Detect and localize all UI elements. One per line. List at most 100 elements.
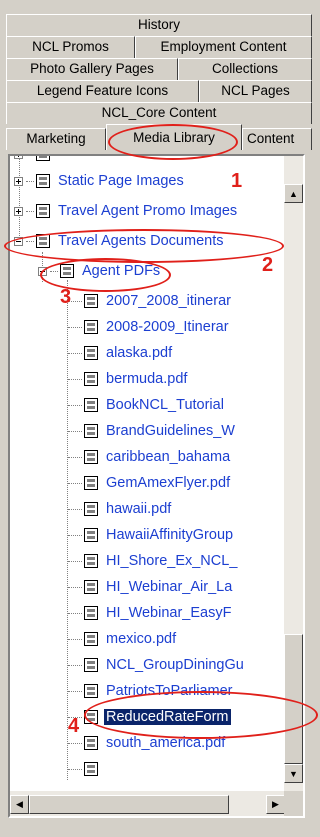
tree-item-label: Static Page Images — [58, 173, 184, 189]
tab-marketing[interactable]: Marketing — [6, 128, 106, 150]
tree-item-label: BookNCL_Tutorial — [106, 397, 224, 413]
tree-item-file[interactable]: mexico.pdf — [68, 627, 178, 651]
tree-item-label: alaska.pdf — [106, 345, 173, 361]
tree-item-file[interactable]: HI_Webinar_EasyF — [68, 601, 233, 625]
document-icon — [84, 294, 98, 308]
arrow-up-icon[interactable]: ▲ — [284, 184, 303, 203]
tab-media-library[interactable]: Media Library — [106, 124, 242, 150]
tree-item-file[interactable]: hawaii.pdf — [68, 497, 173, 521]
document-icon — [84, 632, 98, 646]
tree-item-label: Travel Agents Documents — [58, 233, 224, 249]
tree-item-file[interactable]: south_america.pdf — [68, 731, 227, 755]
tree-item-file[interactable]: HawaiiAffinityGroup — [68, 523, 235, 547]
document-folder-icon — [36, 234, 50, 248]
tab-row-1: History — [6, 14, 312, 36]
tree-item-label: 2007_2008_itinerar — [106, 293, 231, 309]
document-icon — [84, 372, 98, 386]
document-icon — [84, 580, 98, 594]
tree-item-file[interactable]: alaska.pdf — [68, 341, 174, 365]
tree-item-travel-agent-promo-images[interactable]: Travel Agent Promo Images — [14, 199, 239, 223]
document-folder-icon — [36, 156, 50, 161]
tree-item-travel-agents-documents[interactable]: Travel Agents Documents — [14, 229, 225, 253]
tab-history[interactable]: History — [6, 14, 312, 36]
document-icon — [84, 710, 98, 724]
document-icon — [84, 762, 98, 776]
arrow-right-icon[interactable]: ▶ — [266, 795, 285, 814]
expand-icon[interactable] — [14, 176, 23, 186]
document-icon — [84, 684, 98, 698]
scrollbar-corner — [284, 791, 303, 816]
tree-item-label: ReducedRateForm — [104, 709, 231, 725]
tree-item-label: Travel Agent Promo Images — [58, 203, 238, 219]
document-icon — [84, 346, 98, 360]
document-icon — [84, 476, 98, 490]
document-folder-icon — [60, 264, 74, 278]
tree-item-file[interactable] — [68, 757, 104, 781]
tree-item-file[interactable]: caribbean_bahama — [68, 445, 232, 469]
document-icon — [84, 736, 98, 750]
tree-item-file-selected[interactable]: ReducedRateForm — [68, 705, 231, 729]
document-folder-icon — [36, 204, 50, 218]
tree-item-label: bermuda.pdf — [106, 371, 188, 387]
tree-item-file[interactable]: 2008-2009_Itinerar — [68, 315, 231, 339]
arrow-down-icon[interactable]: ▼ — [284, 764, 303, 783]
arrow-left-icon[interactable]: ◀ — [10, 795, 29, 814]
annotation-number-1: 1 — [231, 170, 243, 192]
tree-item-static-page-images[interactable]: Static Page Images — [14, 169, 186, 193]
expand-icon[interactable] — [14, 156, 23, 159]
tab-employment-content[interactable]: Employment Content — [135, 36, 312, 58]
tree-item-file[interactable]: GemAmexFlyer.pdf — [68, 471, 232, 495]
collapse-icon[interactable] — [38, 266, 47, 276]
document-icon — [84, 554, 98, 568]
vertical-scrollbar[interactable]: ▲ ▼ — [284, 156, 303, 791]
tree-item-file[interactable]: bermuda.pdf — [68, 367, 189, 391]
tree-item-label: PatriotsToParliamer — [106, 683, 233, 699]
tab-photo-gallery-pages[interactable]: Photo Gallery Pages — [6, 58, 178, 80]
tree-item-file[interactable]: BookNCL_Tutorial — [68, 393, 226, 417]
tree-item-label: HI_Webinar_Air_La — [106, 579, 233, 595]
tab-legend-feature-icons[interactable]: Legend Feature Icons — [6, 80, 199, 102]
tab-collections[interactable]: Collections — [178, 58, 312, 80]
document-icon — [84, 606, 98, 620]
tree-item-label: NCL_GroupDiningGu — [106, 657, 244, 673]
tab-row-4: Legend Feature Icons NCL Pages — [6, 80, 312, 102]
annotation-number-4: 4 — [68, 715, 80, 737]
tab-ncl-core-content[interactable]: NCL_Core Content — [6, 102, 312, 124]
expand-icon[interactable] — [14, 206, 23, 216]
tree-item-agent-pdfs[interactable]: Agent PDFs — [38, 259, 162, 283]
tree-item-file[interactable]: HI_Shore_Ex_NCL_ — [68, 549, 239, 573]
scrollbar-thumb[interactable] — [284, 634, 303, 764]
tab-ncl-promos[interactable]: NCL Promos — [6, 36, 135, 58]
tab-content[interactable]: Content — [242, 128, 312, 150]
tree-item-file[interactable]: BrandGuidelines_W — [68, 419, 237, 443]
tab-row-3: Photo Gallery Pages Collections — [6, 58, 312, 80]
tree-item-label: BrandGuidelines_W — [106, 423, 235, 439]
document-icon — [84, 398, 98, 412]
document-icon — [84, 450, 98, 464]
tree-item-file[interactable]: PatriotsToParliamer — [68, 679, 235, 703]
tree-item-partial[interactable] — [14, 156, 56, 166]
horizontal-scrollbar[interactable]: ◀ ▶ — [10, 791, 285, 816]
tab-ncl-pages[interactable]: NCL Pages — [199, 80, 312, 102]
tree-item-label: caribbean_bahama — [106, 449, 231, 465]
tree-content: Static Page Images Travel Agent Promo Im… — [10, 156, 285, 791]
tree-item-file[interactable]: 2007_2008_itinerar — [68, 289, 233, 313]
tree-item-label: Agent PDFs — [82, 263, 161, 279]
tree-item-label: mexico.pdf — [106, 631, 177, 647]
collapse-icon[interactable] — [14, 236, 23, 246]
annotation-number-2: 2 — [262, 254, 274, 276]
document-icon — [84, 658, 98, 672]
media-library-tree: Static Page Images Travel Agent Promo Im… — [8, 154, 305, 818]
document-icon — [84, 502, 98, 516]
scrollbar-thumb[interactable] — [29, 795, 229, 814]
tab-row-5: NCL_Core Content — [6, 102, 312, 124]
tree-item-file[interactable]: HI_Webinar_Air_La — [68, 575, 234, 599]
tree-item-label: HI_Webinar_EasyF — [106, 605, 232, 621]
tree-item-label: HI_Shore_Ex_NCL_ — [106, 553, 238, 569]
tree-item-label: GemAmexFlyer.pdf — [106, 475, 231, 491]
tab-row-6: Marketing Media Library Content — [6, 124, 312, 150]
tree-item-file[interactable]: NCL_GroupDiningGu — [68, 653, 246, 677]
document-icon — [84, 528, 98, 542]
tree-item-label: hawaii.pdf — [106, 501, 172, 517]
document-icon — [84, 424, 98, 438]
